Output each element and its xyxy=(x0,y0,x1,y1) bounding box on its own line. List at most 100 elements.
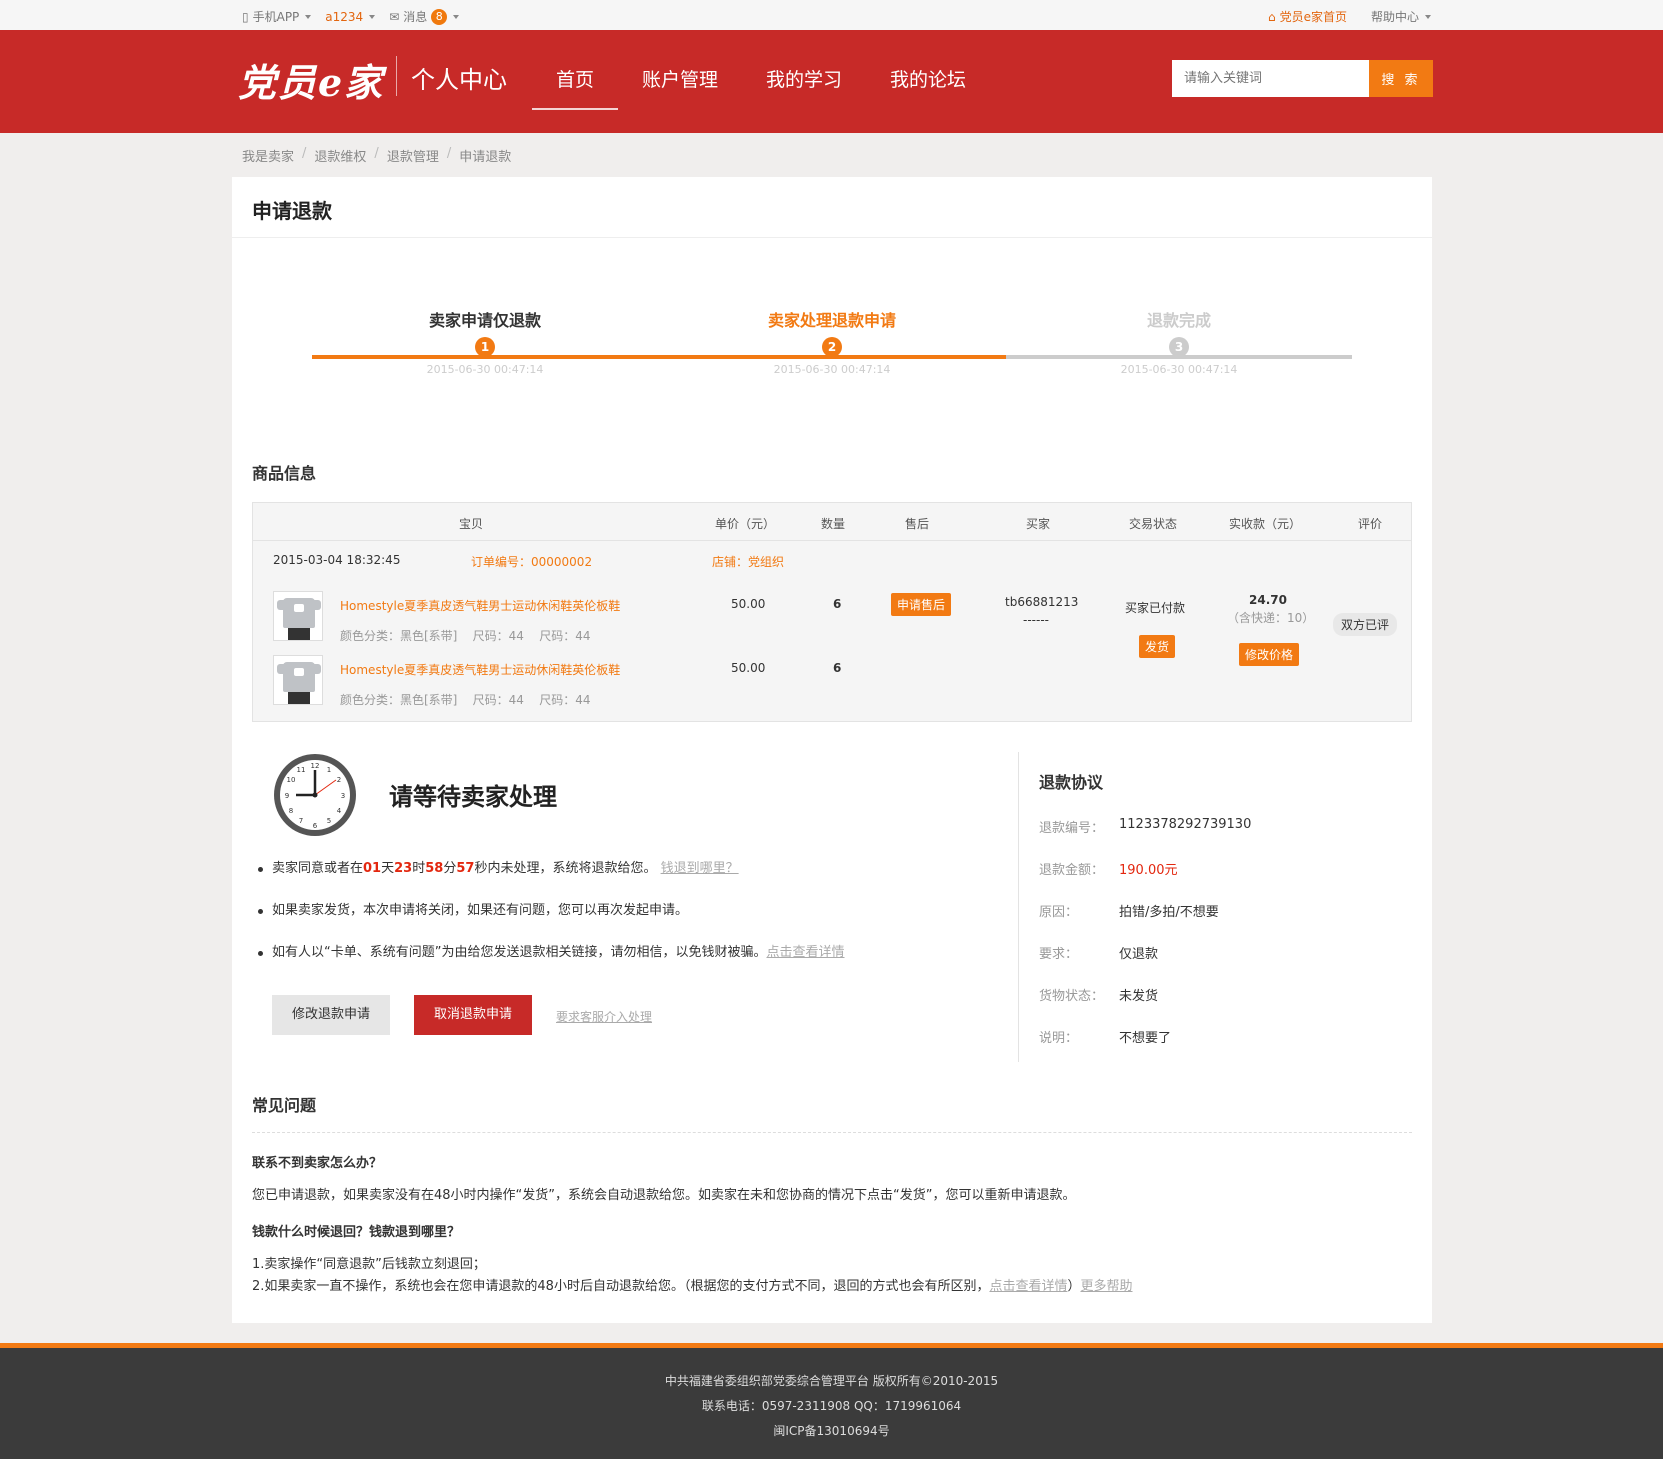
header: 党员e家 个人中心 首页 账户管理 我的学习 我的论坛 搜 索 xyxy=(0,30,1663,133)
refund-reason: 拍错/多拍/不想要 xyxy=(1119,905,1219,920)
nav-account[interactable]: 账户管理 xyxy=(618,65,742,102)
product-thumbnail[interactable] xyxy=(273,655,323,705)
step-1: 卖家申请仅退款 1 2015-06-30 00:47:14 xyxy=(385,307,585,376)
modify-price-button[interactable]: 修改价格 xyxy=(1239,643,1300,666)
unit-price: 50.00 xyxy=(731,597,766,611)
more-help-link[interactable]: 更多帮助 xyxy=(1080,1279,1132,1294)
tip-shipping: 如果卖家发货，本次申请将关闭，如果还有问题，您可以再次发起申请。 xyxy=(254,901,974,943)
order-time: 2015-03-04 18:32:45 xyxy=(273,553,401,567)
step-date: 2015-06-30 00:47:14 xyxy=(426,363,544,376)
tips-list: 卖家同意或者在01天23时58分57秒内未处理，系统将退款给您。 钱退到哪里？ … xyxy=(254,859,974,985)
col-item: 宝贝 xyxy=(459,517,484,531)
agreement-key: 货物状态： xyxy=(1039,989,1105,1004)
ship-button[interactable]: 发货 xyxy=(1139,635,1176,658)
svg-text:6: 6 xyxy=(313,822,318,830)
modify-refund-button[interactable]: 修改退款申请 xyxy=(272,995,390,1035)
col-price: 单价（元） xyxy=(715,517,776,531)
unit-price: 50.00 xyxy=(731,661,766,675)
nav-study[interactable]: 我的学习 xyxy=(742,65,866,102)
tip-fraud: 如有人以“卡单、系统有问题”为由给您发送退款相关链接，请勿相信，以免钱财被骗。点… xyxy=(254,943,974,985)
search-button[interactable]: 搜 索 xyxy=(1369,60,1433,97)
quantity: 6 xyxy=(833,661,842,675)
mobile-app-menu[interactable]: ▯ 手机APP xyxy=(242,8,312,25)
buyer-link[interactable]: tb66881213 xyxy=(1005,595,1078,609)
faq-list: 联系不到卖家怎么办？ 您已申请退款，如果卖家没有在48小时内操作“发货”，系统会… xyxy=(252,1152,1412,1312)
countdown-hours: 23 xyxy=(394,861,413,876)
faq-details-link[interactable]: 点击查看详情 xyxy=(989,1279,1067,1294)
breadcrumb-separator: / xyxy=(446,146,452,161)
step-3: 退款完成 3 2015-06-30 00:47:14 xyxy=(1079,307,1279,376)
agreement-row: 说明： 不想要了 xyxy=(1039,1027,1251,1069)
table-header: 宝贝 单价（元） 数量 售后 买家 交易状态 实收款（元） 评价 xyxy=(253,503,1411,541)
user-menu[interactable]: a1234 xyxy=(325,9,376,24)
agreement-row: 退款编号： 1123378292739130 xyxy=(1039,817,1251,859)
tip-text: 如有人以“卡单、系统有问题”为由给您发送退款相关链接，请勿相信，以免钱财被骗。 xyxy=(272,945,767,960)
spec-size: 尺码：44 xyxy=(472,629,524,643)
product-name[interactable]: Homestyle夏季真皮透气鞋男士运动休闲鞋英伦板鞋 xyxy=(340,661,620,678)
svg-text:12: 12 xyxy=(311,762,320,770)
agreement-row: 货物状态： 未发货 xyxy=(1039,985,1251,1027)
site-logo[interactable]: 党员e家 xyxy=(238,52,384,107)
breadcrumb-separator: / xyxy=(302,146,307,161)
trade-status: 买家已付款 xyxy=(1125,601,1186,615)
order-number[interactable]: 订单编号：00000002 xyxy=(471,553,592,570)
goods-table: 宝贝 单价（元） 数量 售后 买家 交易状态 实收款（元） 评价 2015-03… xyxy=(252,502,1412,722)
logo-divider xyxy=(396,56,397,96)
request-service-link[interactable]: 要求客服介入处理 xyxy=(556,1008,652,1025)
refund-progress: 卖家申请仅退款 1 2015-06-30 00:47:14 卖家处理退款申请 2… xyxy=(312,307,1352,397)
faq-answer: 您已申请退款，如果卖家没有在48小时内操作“发货”，系统会自动退款给您。如卖家在… xyxy=(252,1188,1076,1203)
help-center-menu[interactable]: 帮助中心 xyxy=(1371,8,1431,25)
messages-label: 消息 xyxy=(403,10,428,24)
main-nav: 首页 账户管理 我的学习 我的论坛 xyxy=(532,65,990,110)
apply-after-sale-button[interactable]: 申请售后 xyxy=(891,593,952,616)
svg-text:11: 11 xyxy=(297,766,306,774)
mail-icon: ✉ xyxy=(389,9,400,24)
clock-icon: 12 12 3 45 6 78 9 1011 xyxy=(274,754,356,836)
countdown-seconds: 57 xyxy=(456,861,475,876)
chevron-down-icon xyxy=(305,14,312,19)
nav-forum[interactable]: 我的论坛 xyxy=(866,65,990,102)
col-qty: 数量 xyxy=(821,517,846,531)
footer-icp: 闽ICP备13010694号 xyxy=(773,1424,890,1438)
faq-answer-text: 2.如果卖家一直不操作，系统也会在您申请退款的48小时后自动退款给您。（根据您的… xyxy=(252,1279,990,1294)
refund-number: 1123378292739130 xyxy=(1119,817,1252,832)
product-spec: 颜色分类：黑色[系带] 尺码：44 尺码：44 xyxy=(340,627,590,644)
tip-countdown: 卖家同意或者在01天23时58分57秒内未处理，系统将退款给您。 钱退到哪里？ xyxy=(254,859,974,901)
print-mark xyxy=(294,604,304,612)
agreement-row: 原因： 拍错/多拍/不想要 xyxy=(1039,901,1251,943)
col-status: 交易状态 xyxy=(1129,517,1178,531)
agreement-title: 退款协议 xyxy=(1039,773,1104,792)
search-input[interactable] xyxy=(1172,60,1369,97)
home-link-label: 党员e家首页 xyxy=(1279,10,1347,24)
username: a1234 xyxy=(325,9,364,24)
spec-color: 颜色分类：黑色[系带] xyxy=(340,693,458,707)
tip-text: 秒内未处理，系统将退款给您。 xyxy=(474,861,657,876)
col-rating: 评价 xyxy=(1358,517,1383,531)
svg-text:9: 9 xyxy=(285,792,289,800)
agreement-key: 要求： xyxy=(1039,947,1079,962)
breadcrumb: 我是卖家 / 退款维权 / 退款管理 / 申请退款 xyxy=(242,146,511,165)
product-thumbnail[interactable] xyxy=(273,591,323,641)
refund-request: 仅退款 xyxy=(1119,947,1159,962)
main-panel: 申请退款 卖家申请仅退款 1 2015-06-30 00:47:14 卖家处理退… xyxy=(232,177,1432,1323)
breadcrumb-refund-rights[interactable]: 退款维权 xyxy=(314,146,366,165)
cancel-refund-button[interactable]: 取消退款申请 xyxy=(414,995,532,1035)
faq-question: 钱款什么时候退回？钱款退到哪里？ xyxy=(252,1225,461,1240)
nav-home[interactable]: 首页 xyxy=(532,65,619,110)
breadcrumb-seller[interactable]: 我是卖家 xyxy=(242,146,294,165)
svg-text:2: 2 xyxy=(337,776,341,784)
pants-shape xyxy=(288,628,310,640)
countdown-minutes: 58 xyxy=(425,861,444,876)
where-money-link[interactable]: 钱退到哪里？ xyxy=(661,861,739,876)
view-details-link[interactable]: 点击查看详情 xyxy=(766,945,844,960)
goods-info-title: 商品信息 xyxy=(252,464,317,483)
product-name[interactable]: Homestyle夏季真皮透气鞋男士运动休闲鞋英伦板鞋 xyxy=(340,597,620,614)
wait-title: 请等待卖家处理 xyxy=(389,783,557,811)
shop-name[interactable]: 店铺：党组织 xyxy=(712,553,784,570)
breadcrumb-refund-manage[interactable]: 退款管理 xyxy=(387,146,439,165)
home-link[interactable]: ⌂ 党员e家首页 xyxy=(1268,8,1347,25)
messages-menu[interactable]: ✉ 消息 8 xyxy=(389,8,460,25)
section-divider xyxy=(1018,752,1019,1062)
page-title: 申请退款 xyxy=(252,199,332,223)
unit-day: 天 xyxy=(381,861,395,876)
